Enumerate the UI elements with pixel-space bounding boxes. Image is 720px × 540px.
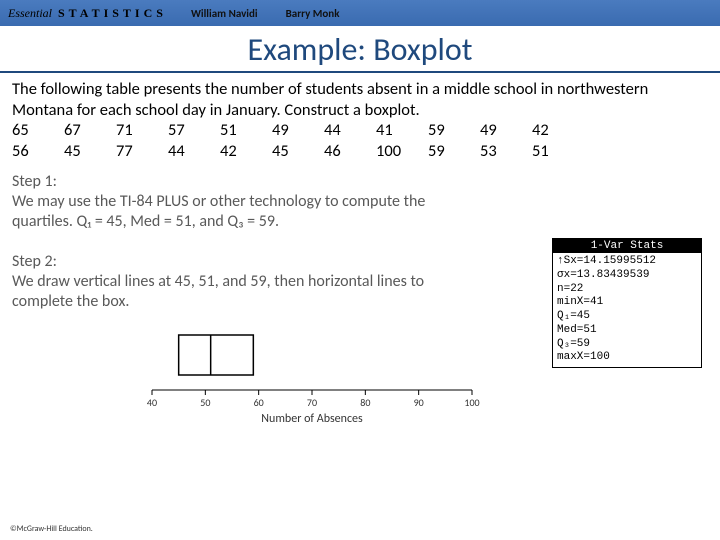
calculator-row: n=22: [557, 283, 697, 297]
step2-text: We draw vertical lines at 45, 51, and 59…: [12, 272, 472, 312]
calculator-row: ↑Sx=14.15995512: [557, 255, 697, 269]
brand-main: STATISTICS: [58, 6, 167, 21]
svg-text:40: 40: [147, 396, 157, 409]
data-cell: 59: [428, 120, 480, 141]
title-underline: [0, 71, 720, 73]
svg-text:Number of Absences: Number of Absences: [261, 412, 363, 426]
boxplot-chart: 40 50 60 70 80 90 100 Number of Absences: [132, 320, 492, 430]
calculator-row: Med=51: [557, 324, 697, 338]
author-1: William Navidi: [191, 7, 258, 20]
data-cell: 42: [532, 120, 584, 141]
data-cell: 42: [220, 141, 272, 162]
calculator-row: maxX=100: [557, 351, 697, 365]
data-cell: 100: [376, 141, 428, 162]
data-cell: 45: [272, 141, 324, 162]
svg-text:70: 70: [307, 396, 317, 409]
page-title: Example: Boxplot: [0, 30, 720, 69]
data-cell: 41: [376, 120, 428, 141]
data-cell: 51: [220, 120, 272, 141]
data-row: 65 67 71 57 51 49 44 41 59 49 42: [12, 120, 708, 141]
calculator-row: Q₃=59: [557, 338, 697, 352]
calculator-row: minX=41: [557, 296, 697, 310]
copyright: ©McGraw-Hill Education.: [10, 524, 93, 534]
brand: Essential STATISTICS: [8, 6, 167, 21]
step1-label: Step 1:: [12, 172, 472, 192]
data-cell: 49: [272, 120, 324, 141]
data-cell: 51: [532, 141, 584, 162]
data-cell: 57: [168, 120, 220, 141]
data-cell: 44: [324, 120, 376, 141]
calculator-body: ↑Sx=14.15995512 σx=13.83439539 n=22 minX…: [553, 253, 701, 367]
steps: Step 1: We may use the TI-84 PLUS or oth…: [12, 172, 472, 312]
data-cell: 77: [116, 141, 168, 162]
svg-text:90: 90: [414, 396, 424, 409]
data-cell: 59: [428, 141, 480, 162]
author-2: Barry Monk: [286, 7, 340, 20]
header-bar: Essential STATISTICS William Navidi Barr…: [0, 0, 720, 26]
data-cell: 46: [324, 141, 376, 162]
data-row: 56 45 77 44 42 45 46 100 59 53 51: [12, 141, 708, 162]
data-cell: 65: [12, 120, 64, 141]
svg-text:80: 80: [360, 396, 370, 409]
svg-text:100: 100: [464, 396, 479, 409]
data-cell: 44: [168, 141, 220, 162]
calculator-row: σx=13.83439539: [557, 269, 697, 283]
svg-text:50: 50: [200, 396, 210, 409]
calculator-title: 1-Var Stats: [553, 239, 701, 253]
data-cell: 71: [116, 120, 168, 141]
calculator-row: Q₁=45: [557, 310, 697, 324]
data-cell: 56: [12, 141, 64, 162]
step1-text: We may use the TI-84 PLUS or other techn…: [12, 192, 472, 232]
calculator-output: 1-Var Stats ↑Sx=14.15995512 σx=13.834395…: [552, 238, 702, 368]
step2-label: Step 2:: [12, 252, 472, 272]
data-cell: 53: [480, 141, 532, 162]
data-cell: 45: [64, 141, 116, 162]
svg-text:60: 60: [254, 396, 264, 409]
data-cell: 49: [480, 120, 532, 141]
prompt-text: The following table presents the number …: [12, 79, 708, 120]
brand-prefix: Essential: [8, 6, 52, 21]
authors: William Navidi Barry Monk: [191, 7, 340, 20]
data-cell: 67: [64, 120, 116, 141]
